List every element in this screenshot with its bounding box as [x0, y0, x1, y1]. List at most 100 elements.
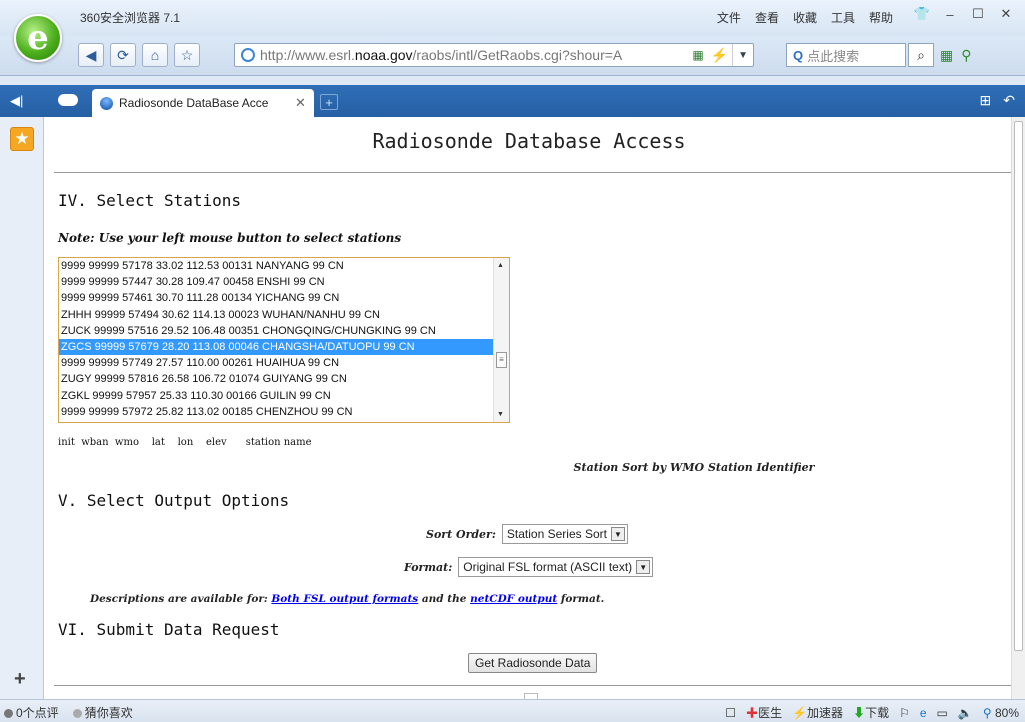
station-option[interactable]: ZUGY 99999 57816 26.58 106.72 01074 GUIY… [59, 371, 495, 387]
navigation-bar: ◀ ⟳ ⌂ ☆ http://www.esrl.noaa.gov/raobs/i… [0, 36, 1025, 76]
station-column-headers: init wban wmo lat lon elev station name [58, 437, 312, 448]
qr-code-icon[interactable]: ▦ [689, 48, 706, 62]
search-input[interactable]: Q 点此搜索 [786, 43, 906, 67]
refresh-icon[interactable]: ⟳ [110, 43, 136, 67]
desc-mid: and the [418, 593, 471, 605]
cloud-icon[interactable] [58, 94, 78, 106]
add-icon[interactable]: + [14, 668, 26, 691]
format-row: Format: Original FSL format (ASCII text)… [404, 557, 654, 577]
apps-grid-icon[interactable]: ▦ [940, 47, 953, 64]
station-option[interactable]: 9999 99999 57972 25.82 113.02 00185 CHEN… [59, 404, 495, 420]
noaa-favicon-icon [100, 96, 113, 110]
format-label: Format: [404, 560, 453, 574]
speaker-icon[interactable]: 🔈 [958, 706, 973, 720]
search-icon[interactable]: ⌕ [908, 43, 934, 67]
accelerator-status[interactable]: ⚡加速器 [792, 704, 843, 721]
divider [54, 172, 1014, 173]
page-scroll-thumb[interactable] [1014, 121, 1023, 651]
fsl-formats-link[interactable]: Both FSL output formats [271, 593, 418, 605]
format-value: Original FSL format (ASCII text) [463, 560, 633, 574]
status-bar: 0个点评 猜你喜欢 ☐ ✚医生 ⚡加速器 ⬇下载 ⚐ e ▭ 🔈 ⚲ 80% [0, 699, 1025, 722]
format-select[interactable]: Original FSL format (ASCII text) ▼ [458, 557, 654, 577]
page-content: Radiosonde Database Access IV. Select St… [44, 117, 1025, 699]
chevron-down-icon: ▼ [610, 527, 625, 541]
flag-icon[interactable]: ⚐ [899, 706, 910, 720]
format-descriptions: Descriptions are available for: Both FSL… [90, 593, 604, 605]
station-option[interactable]: 9999 99999 57178 33.02 112.53 00131 NANY… [59, 258, 495, 274]
tab-radiosonde[interactable]: Radiosonde DataBase Acce ✕ [92, 89, 314, 117]
recommend-icon [72, 709, 82, 719]
minimize-icon[interactable]: – [937, 4, 963, 24]
lightning-icon[interactable]: ⚡ [707, 47, 732, 64]
maximize-icon[interactable]: ☐ [965, 4, 991, 24]
menu-tools[interactable]: 工具 [831, 9, 855, 26]
sort-order-value: Station Series Sort [506, 527, 607, 541]
tab-scroll-left-icon[interactable]: ◀| [10, 93, 23, 109]
site-security-icon [241, 48, 255, 62]
close-icon[interactable]: ✕ [993, 4, 1019, 24]
zoom-status[interactable]: ⚲ 80% [983, 706, 1019, 720]
menu-favorites[interactable]: 收藏 [793, 9, 817, 26]
download-status[interactable]: ⬇下载 [853, 704, 889, 721]
sort-order-row: Sort Order: Station Series Sort ▼ [426, 524, 628, 544]
station-option[interactable]: ZGKL 99999 57957 25.33 110.30 00166 GUIL… [59, 388, 495, 404]
station-sort-label: Station Sort by WMO Station Identifier [573, 461, 815, 474]
get-radiosonde-data-button[interactable]: Get Radiosonde Data [468, 653, 598, 673]
tab-close-icon[interactable]: ✕ [295, 95, 306, 111]
menu-view[interactable]: 查看 [755, 9, 779, 26]
listbox-scrollbar[interactable]: ▲ ≡ ▼ [493, 258, 509, 422]
station-list: 9999 99999 57178 33.02 112.53 00131 NANY… [59, 258, 495, 420]
top-menu: 文件 查看 收藏 工具 帮助 [717, 9, 893, 26]
sort-order-label: Sort Order: [426, 527, 496, 541]
desc-suffix: format. [557, 593, 605, 605]
screen-icon[interactable]: ▭ [937, 706, 948, 720]
sort-order-select[interactable]: Station Series Sort ▼ [501, 524, 628, 544]
scroll-thumb[interactable]: ≡ [496, 352, 507, 368]
scroll-down-icon[interactable]: ▼ [497, 411, 504, 418]
selection-note: Note: Use your left mouse button to sele… [58, 231, 402, 245]
chevron-down-icon[interactable]: ▼ [732, 44, 753, 66]
divider [54, 685, 1014, 686]
station-option[interactable]: 9999 99999 57447 30.28 109.47 00458 ENSH… [59, 274, 495, 290]
station-option[interactable]: 9999 99999 57461 30.70 111.28 00134 YICH… [59, 290, 495, 306]
netcdf-output-link[interactable]: netCDF output [470, 593, 557, 605]
tab-bar: ◀| Radiosonde DataBase Acce ✕ + ⊞ ↶ [0, 85, 1025, 117]
menu-help[interactable]: 帮助 [869, 9, 893, 26]
recommend-status[interactable]: 猜你喜欢 [72, 704, 133, 721]
bookmark-star-icon[interactable]: ☆ [174, 43, 200, 67]
restore-tab-icon[interactable]: ⊞ [980, 92, 992, 109]
scroll-up-icon[interactable]: ▲ [497, 262, 504, 269]
comment-icon [4, 709, 13, 719]
window-icon[interactable]: ☐ [725, 706, 736, 720]
tab-bar-tools: ⊞ ↶ [980, 92, 1015, 109]
station-option[interactable]: ZGCS 99999 57679 28.20 113.08 00046 CHAN… [59, 338, 495, 356]
new-tab-icon[interactable]: + [320, 94, 338, 110]
station-option[interactable]: ZHHH 99999 57494 30.62 114.13 00023 WUHA… [59, 307, 495, 323]
url-text: http://www.esrl.noaa.gov/raobs/intl/GetR… [260, 47, 623, 63]
menu-file[interactable]: 文件 [717, 9, 741, 26]
ie-icon[interactable]: e [920, 706, 927, 720]
section-select-stations-heading: IV. Select Stations [58, 191, 242, 210]
browser-logo-icon: e [14, 14, 62, 62]
home-icon[interactable]: ⌂ [142, 43, 168, 67]
back-arrow-icon[interactable]: ◀ [78, 43, 104, 67]
app-title: 360安全浏览器 7.1 [80, 11, 181, 25]
chevron-down-icon: ▼ [636, 560, 651, 574]
magnifier-icon[interactable]: ⚲ [961, 47, 971, 64]
favorites-star-icon[interactable]: ★ [10, 127, 34, 151]
skin-icon[interactable]: 👕 [909, 4, 935, 24]
comments-status[interactable]: 0个点评 [4, 704, 59, 721]
desc-prefix: Descriptions are available for: [90, 593, 272, 605]
extension-icons: ▦ ⚲ [940, 47, 972, 64]
page-title: Radiosonde Database Access [372, 129, 686, 153]
address-bar[interactable]: http://www.esrl.noaa.gov/raobs/intl/GetR… [234, 43, 754, 67]
undo-icon[interactable]: ↶ [1003, 92, 1015, 109]
search-engine-icon: Q [793, 47, 804, 63]
search-placeholder: 点此搜索 [807, 48, 860, 64]
station-listbox[interactable]: 9999 99999 57178 33.02 112.53 00131 NANY… [58, 257, 510, 423]
sidebar: ★ + [0, 117, 44, 699]
doctor-status[interactable]: ✚医生 [746, 704, 782, 721]
station-option[interactable]: ZUCK 99999 57516 29.52 106.48 00351 CHON… [59, 323, 495, 339]
station-option[interactable]: 9999 99999 57749 27.57 110.00 00261 HUAI… [59, 355, 495, 371]
page-scrollbar[interactable] [1011, 117, 1025, 699]
